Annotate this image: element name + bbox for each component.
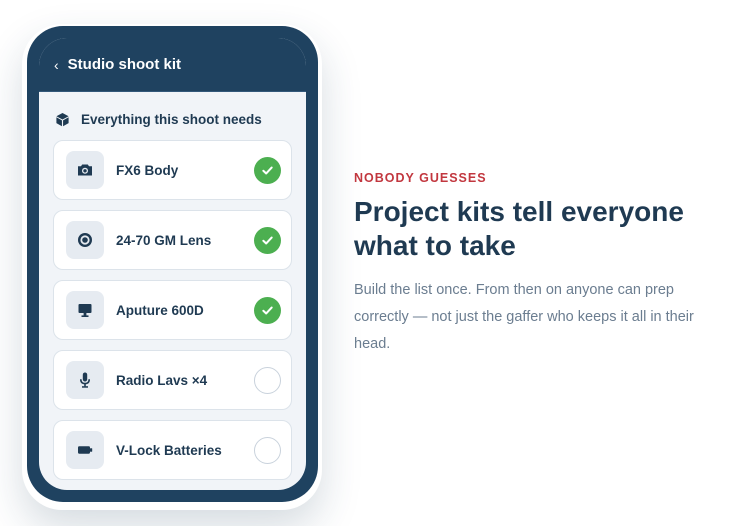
checkmark-icon <box>262 166 273 174</box>
item-icon-tile <box>66 431 104 469</box>
kit-item-24-70-gm-lens[interactable]: 24-70 GM Lens <box>53 210 292 270</box>
kit-item-label: 24-70 GM Lens <box>116 232 212 248</box>
kit-item-fx6-body[interactable]: FX6 Body <box>53 140 292 200</box>
checkbox-checked[interactable] <box>254 156 281 184</box>
app-title: Studio shoot kit <box>67 56 181 73</box>
body-text: Build the list once. From then on anyone… <box>354 282 694 352</box>
checkmark-icon <box>262 306 273 314</box>
item-icon-tile <box>66 361 104 399</box>
item-icon-tile <box>66 151 104 189</box>
kit-item-aputure-600d[interactable]: Aputure 600D <box>53 280 292 340</box>
checkbox-checked[interactable] <box>254 296 281 324</box>
kit-item-label: Radio Lavs ×4 <box>116 372 208 388</box>
microphone-icon <box>80 372 90 388</box>
kit-list: FX6 Body 24-70 GM Lens Aputure 600D Radi… <box>39 132 306 480</box>
checkmark-icon <box>262 236 273 244</box>
kit-item-label: V-Lock Batteries <box>116 442 222 458</box>
section-title: Everything this shoot needs <box>81 111 262 127</box>
light-icon <box>78 304 92 317</box>
phone-frame: ‹ Studio shoot kit Everything this shoot… <box>27 26 318 502</box>
kit-item-v-lock-batteries[interactable]: V-Lock Batteries <box>53 420 292 480</box>
app-header: ‹ Studio shoot kit <box>39 38 306 92</box>
checkbox-unchecked[interactable] <box>254 366 281 394</box>
battery-icon <box>78 446 93 454</box>
item-icon-tile <box>66 291 104 329</box>
checkbox-unchecked[interactable] <box>254 436 281 464</box>
phone-screen: ‹ Studio shoot kit Everything this shoot… <box>39 38 306 490</box>
back-button[interactable]: ‹ <box>54 58 59 72</box>
section-header: Everything this shoot needs <box>39 92 306 132</box>
lens-icon <box>78 233 92 247</box>
box-icon <box>56 112 69 126</box>
eyebrow-label: NOBODY GUESSES <box>354 171 487 185</box>
checkbox-checked[interactable] <box>254 226 281 254</box>
kit-item-radio-lavs[interactable]: Radio Lavs ×4 <box>53 350 292 410</box>
kit-item-label: FX6 Body <box>116 162 179 178</box>
camera-icon <box>78 164 92 176</box>
marketing-copy: NOBODY GUESSES Project kits tell everyon… <box>354 171 724 358</box>
headline: Project kits tell everyone what to take <box>354 196 684 261</box>
item-icon-tile <box>66 221 104 259</box>
kit-item-label: Aputure 600D <box>116 302 204 318</box>
